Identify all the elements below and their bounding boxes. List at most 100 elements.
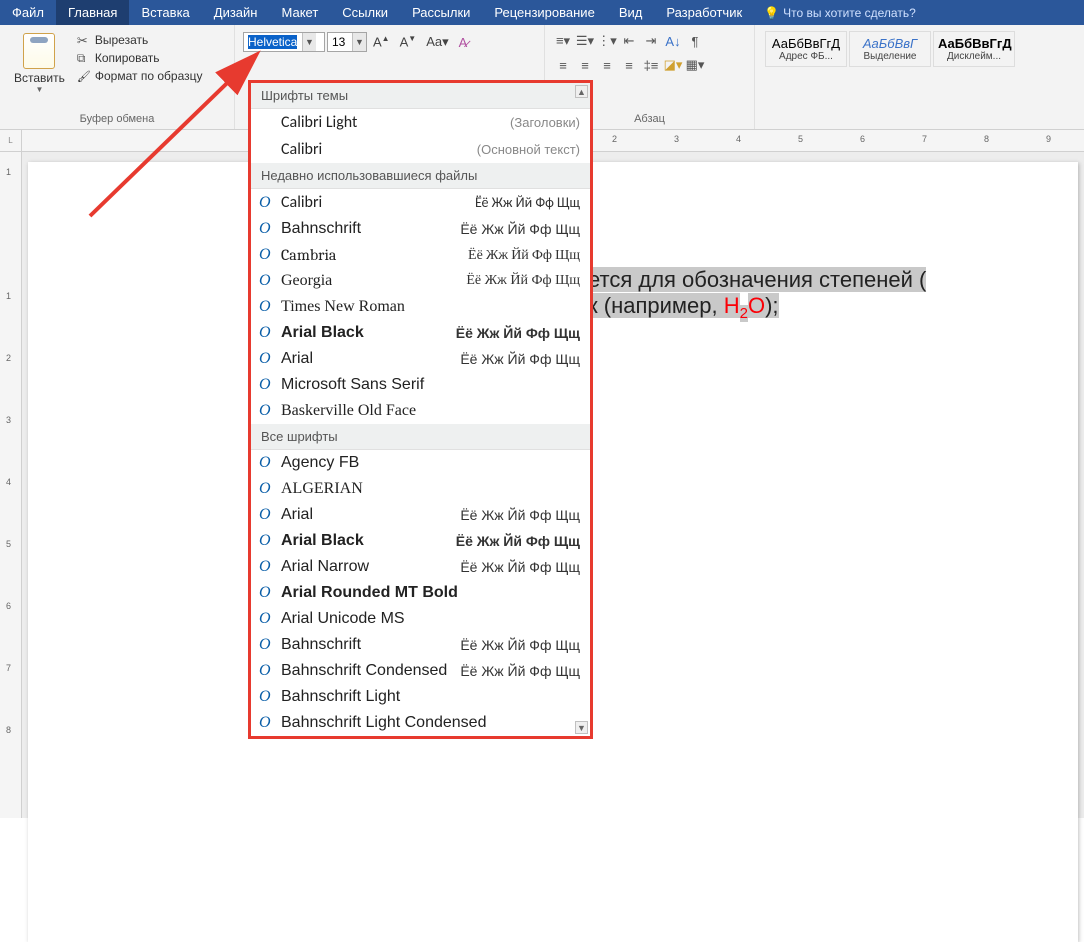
opentype-icon: O <box>259 376 271 394</box>
font-item-preview: Ёё Жж Йй Фф Щщ <box>460 221 580 237</box>
align-right-button[interactable]: ≡ <box>597 55 617 75</box>
opentype-icon: O <box>259 402 271 420</box>
style-card-1[interactable]: АаБбВвГгД Адрес ФБ... <box>765 31 847 67</box>
font-item[interactable]: OTimes New Roman <box>251 294 590 320</box>
change-case-button[interactable]: Aa▾ <box>422 33 452 51</box>
font-item-preview: Ёё Жж Йй Фф Щщ <box>456 533 580 549</box>
indent-button[interactable]: ⇥ <box>641 31 661 51</box>
opentype-icon: O <box>259 480 271 498</box>
tab-insert[interactable]: Вставка <box>129 0 201 25</box>
font-name-combo[interactable]: ▼ <box>243 32 325 52</box>
tab-layout[interactable]: Макет <box>269 0 330 25</box>
font-item[interactable]: OALGERIAN <box>251 476 590 502</box>
font-item-name: Arial Unicode MS <box>281 610 405 628</box>
hruler-label: 7 <box>922 134 927 144</box>
vruler-label: 2 <box>6 353 11 363</box>
shrink-font-button[interactable]: A▼ <box>396 33 421 50</box>
align-left-button[interactable]: ≡ <box>553 55 573 75</box>
style-name-2: Выделение <box>854 51 926 62</box>
align-center-button[interactable]: ≡ <box>575 55 595 75</box>
font-size-value: 13 <box>328 35 352 49</box>
tab-file[interactable]: Файл <box>0 0 56 25</box>
sort-button[interactable]: A↓ <box>663 31 683 51</box>
opentype-icon: O <box>259 532 271 550</box>
numbering-button[interactable]: ☰▾ <box>575 31 595 51</box>
clipboard-group-label: Буфер обмена <box>8 111 226 129</box>
bulb-icon: 💡 <box>764 6 779 20</box>
tell-me-label: Что вы хотите сделать? <box>783 6 916 20</box>
font-item-name: Arial Black <box>281 532 364 550</box>
scroll-up-button[interactable]: ▲ <box>575 85 588 98</box>
font-item[interactable]: OArial BlackЁё Жж Йй Фф Щщ <box>251 320 590 346</box>
font-item[interactable]: Calibri(Основной текст) <box>251 136 590 163</box>
font-item[interactable]: OArial Rounded MT Bold <box>251 580 590 606</box>
outdent-button[interactable]: ⇤ <box>619 31 639 51</box>
chem-h: H <box>724 293 740 318</box>
font-item[interactable]: OBahnschriftЁё Жж Йй Фф Щщ <box>251 216 590 242</box>
font-item[interactable]: OAgency FB <box>251 450 590 476</box>
font-item[interactable]: OCambriaЁё Жж Йй Фф Щщ <box>251 242 590 268</box>
font-item-name: Bahnschrift Light Condensed <box>281 714 486 732</box>
font-item[interactable]: OBahnschriftЁё Жж Йй Фф Щщ <box>251 632 590 658</box>
font-item[interactable]: OArial NarrowЁё Жж Йй Фф Щщ <box>251 554 590 580</box>
tab-view[interactable]: Вид <box>607 0 655 25</box>
vertical-ruler[interactable]: 112345678 <box>0 152 22 818</box>
dd-recent-header: Недавно использовавшиеся файлы <box>251 163 590 189</box>
font-item[interactable]: OBahnschrift Light <box>251 684 590 710</box>
shading-button[interactable]: ◪▾ <box>663 55 683 75</box>
copy-button[interactable]: Копировать <box>75 49 205 67</box>
font-item[interactable]: OBaskerville Old Face <box>251 398 590 424</box>
tab-developer[interactable]: Разработчик <box>654 0 754 25</box>
tab-design[interactable]: Дизайн <box>202 0 270 25</box>
font-item[interactable]: O Arial Black Ёё Жж Йй Фф Щщ <box>251 528 590 554</box>
font-item-preview: Ёё Жж Йй Фф Щщ <box>460 559 580 575</box>
font-item[interactable]: OCalibriЁё Жж Йй Фф Щщ <box>251 189 590 216</box>
style-card-3[interactable]: АаБбВвГгД Дисклейм... <box>933 31 1015 67</box>
group-clipboard: Вставить ▼ Вырезать Копировать Формат по… <box>0 25 235 129</box>
line-spacing-button[interactable]: ‡≡ <box>641 55 661 75</box>
cut-button[interactable]: Вырезать <box>75 31 205 49</box>
opentype-icon: O <box>259 272 271 290</box>
opentype-icon: O <box>259 350 271 368</box>
opentype-icon: O <box>259 662 271 680</box>
borders-button[interactable]: ▦▾ <box>685 55 705 75</box>
clear-format-button[interactable]: A̷ <box>455 34 472 51</box>
tab-mailings[interactable]: Рассылки <box>400 0 482 25</box>
font-item-preview: Ёё Жж Йй Фф Щщ <box>460 351 580 367</box>
show-marks-button[interactable]: ¶ <box>685 31 705 51</box>
font-item-name: Arial Black <box>281 324 364 342</box>
opentype-icon: O <box>259 298 271 316</box>
copy-icon <box>77 51 91 65</box>
copy-label: Копировать <box>95 51 160 65</box>
bullets-button[interactable]: ≡▾ <box>553 31 573 51</box>
ruler-corner: L <box>0 130 22 152</box>
justify-button[interactable]: ≡ <box>619 55 639 75</box>
paste-button[interactable]: Вставить ▼ <box>8 29 71 111</box>
style-card-2[interactable]: АаБбВвГ Выделение <box>849 31 931 67</box>
grow-font-button[interactable]: A▲ <box>369 33 394 50</box>
tab-home[interactable]: Главная <box>56 0 129 25</box>
font-name-input[interactable] <box>244 34 302 50</box>
font-item-name: Cambria <box>281 246 336 264</box>
font-item-note: (Заголовки) <box>510 115 580 130</box>
text-line2a: к (например, <box>588 293 724 318</box>
font-item[interactable]: OArial Unicode MS <box>251 606 590 632</box>
font-size-combo[interactable]: 13 ▼ <box>327 32 367 52</box>
font-item[interactable]: Calibri Light(Заголовки) <box>251 109 590 136</box>
multilevel-button[interactable]: ⋮▾ <box>597 31 617 51</box>
format-painter-button[interactable]: Формат по образцу <box>75 67 205 85</box>
font-item[interactable]: OArialЁё Жж Йй Фф Щщ <box>251 346 590 372</box>
font-item[interactable]: OBahnschrift Light Condensed <box>251 710 590 736</box>
font-size-dropdown-icon[interactable]: ▼ <box>352 33 366 51</box>
font-item-name: Calibri <box>281 193 322 212</box>
font-item[interactable]: OGeorgiaЁё Жж Йй Фф Щщ <box>251 268 590 294</box>
font-item[interactable]: OArialЁё Жж Йй Фф Щщ <box>251 502 590 528</box>
tab-references[interactable]: Ссылки <box>330 0 400 25</box>
tab-review[interactable]: Рецензирование <box>482 0 606 25</box>
font-dropdown[interactable]: ▲ ▼ Шрифты темы Calibri Light(Заголовки)… <box>248 80 593 739</box>
font-item[interactable]: OMicrosoft Sans Serif <box>251 372 590 398</box>
style-name-1: Адрес ФБ... <box>770 51 842 62</box>
font-name-dropdown-icon[interactable]: ▼ <box>302 33 316 51</box>
font-item[interactable]: OBahnschrift CondensedЁё Жж Йй Фф Щщ <box>251 658 590 684</box>
tell-me[interactable]: 💡 Что вы хотите сделать? <box>754 0 1084 25</box>
